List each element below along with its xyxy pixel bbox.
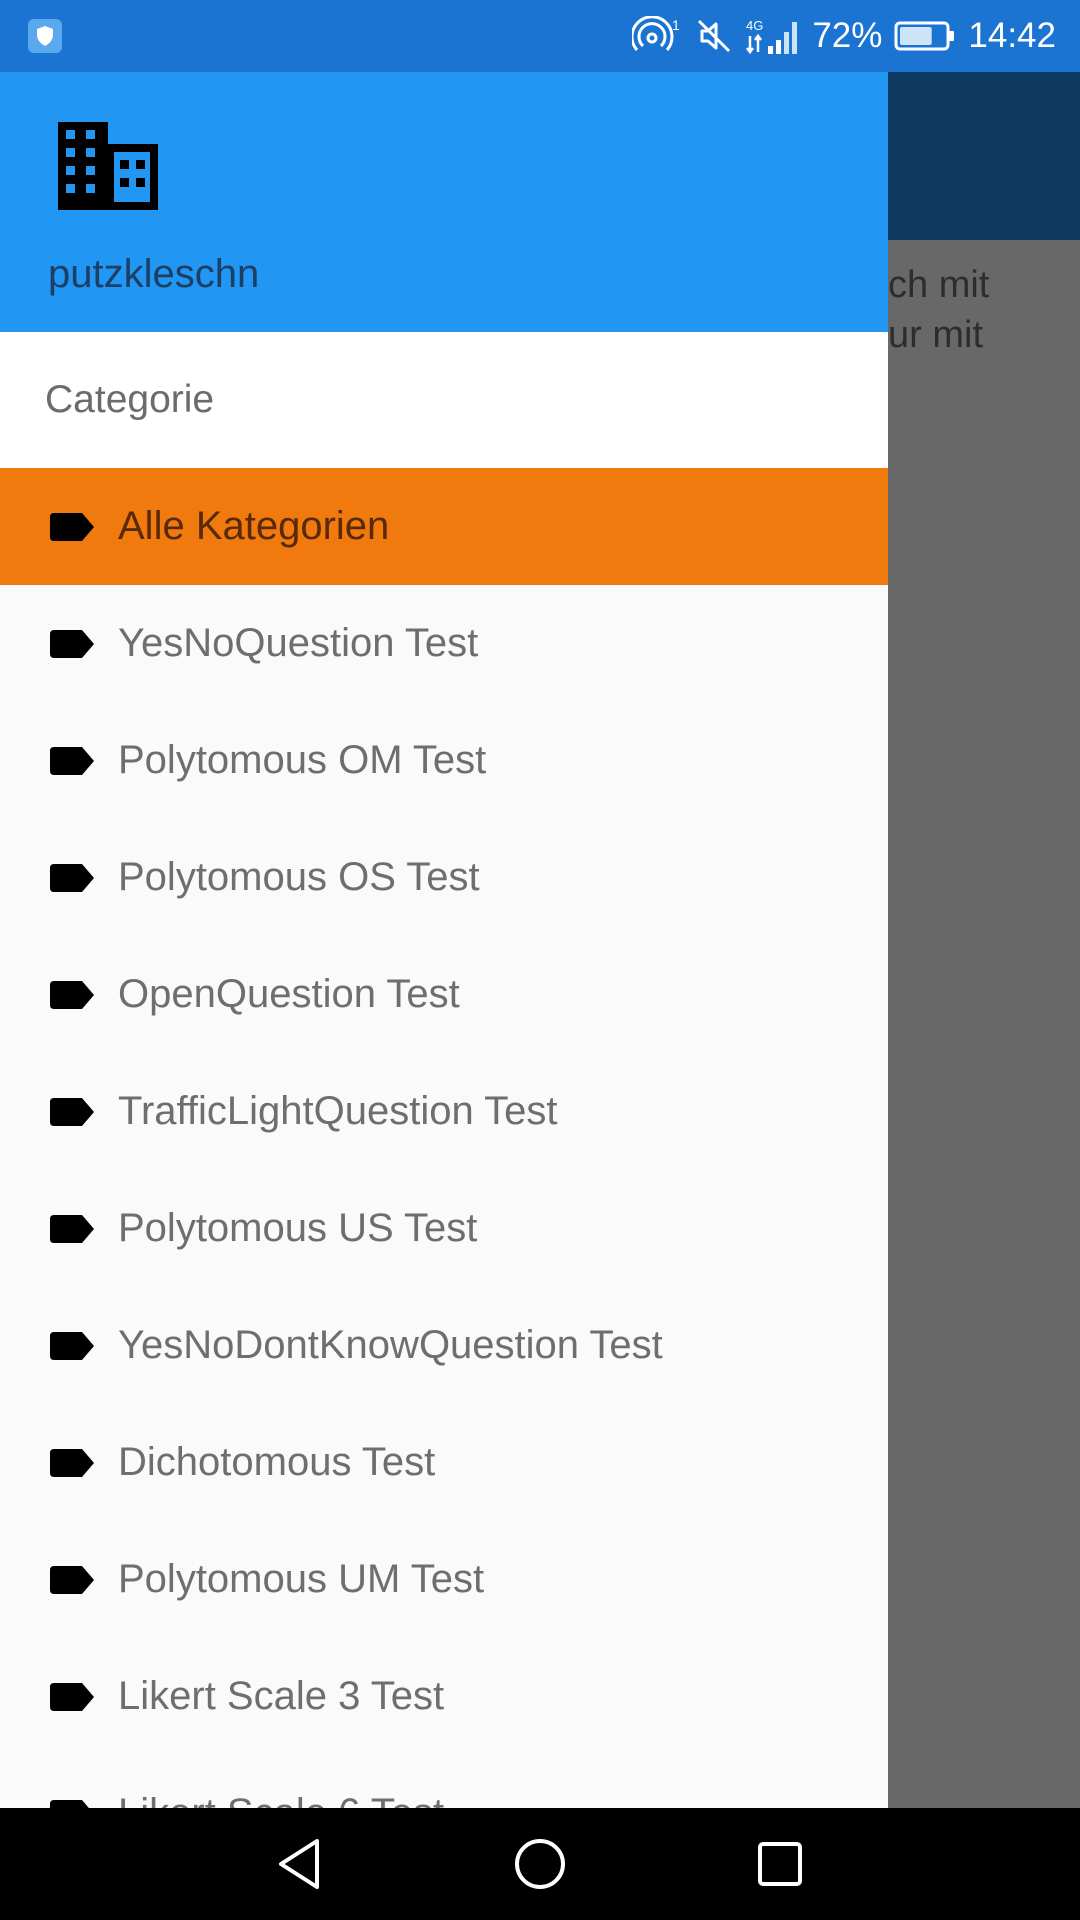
background-text-line: ch mit: [888, 264, 990, 306]
background-text-line: ur mit: [888, 314, 983, 356]
clock: 14:42: [968, 16, 1056, 55]
account-name: putzkleschn: [48, 252, 260, 296]
label-tag-icon: [50, 1448, 94, 1477]
category-label: Polytomous OM Test: [118, 738, 487, 782]
home-icon[interactable]: [495, 1819, 585, 1909]
label-tag-icon: [50, 1799, 90, 1808]
category-label: Polytomous UM Test: [118, 1557, 485, 1601]
label-tag-icon: [50, 1214, 94, 1243]
category-label: OpenQuestion Test: [118, 972, 460, 1016]
status-left: [28, 19, 62, 53]
category-item[interactable]: Dichotomous Test: [0, 1404, 888, 1521]
back-icon[interactable]: [255, 1819, 345, 1909]
shield-icon: [28, 19, 62, 53]
category-label: TrafficLightQuestion Test: [118, 1089, 558, 1133]
label-tag-icon: [50, 512, 94, 541]
label-tag-icon: [50, 1565, 94, 1594]
background-app-toolbar: [888, 72, 1080, 240]
label-tag-icon: [50, 629, 94, 658]
category-item[interactable]: YesNoDontKnowQuestion Test: [0, 1287, 888, 1404]
battery-percent: 72%: [812, 16, 883, 55]
status-bar: 1 4G 72% 14:42: [0, 0, 1080, 72]
category-item[interactable]: Likert Scale 3 Test: [0, 1638, 888, 1755]
category-item[interactable]: Polytomous US Test: [0, 1170, 888, 1287]
screen: 1 4G 72% 14:42 ch mit ur mit putzkleschn…: [0, 0, 1080, 1920]
category-label: Alle Kategorien: [118, 504, 390, 548]
building-icon: [56, 120, 160, 217]
section-title: Categorie: [0, 332, 888, 468]
category-item[interactable]: TrafficLightQuestion Test: [0, 1053, 888, 1170]
background-text: ch mit ur mit: [888, 260, 1080, 360]
category-label: YesNoDontKnowQuestion Test: [118, 1323, 663, 1367]
category-item[interactable]: OpenQuestion Test: [0, 936, 888, 1053]
category-item-active[interactable]: Alle Kategorien: [0, 468, 888, 585]
category-item[interactable]: Likert Scale 6 Test: [0, 1755, 888, 1808]
category-label: Polytomous US Test: [118, 1206, 478, 1250]
drawer-scrim[interactable]: ch mit ur mit: [888, 240, 1080, 1808]
status-right: 1 4G 72% 14:42: [632, 16, 1056, 56]
category-item[interactable]: Polytomous OS Test: [0, 819, 888, 936]
hotspot-icon: 1: [632, 16, 684, 56]
svg-text:4G: 4G: [746, 18, 763, 33]
label-tag-icon: [50, 1682, 94, 1711]
system-navigation-bar: [0, 1808, 1080, 1920]
category-label: Likert Scale 3 Test: [118, 1674, 445, 1718]
category-item[interactable]: YesNoQuestion Test: [0, 585, 888, 702]
category-label: YesNoQuestion Test: [118, 621, 479, 665]
signal-icon: 4G: [744, 16, 800, 56]
drawer-header: putzkleschn: [0, 72, 888, 332]
label-tag-icon: [50, 746, 94, 775]
category-item[interactable]: Polytomous UM Test: [0, 1521, 888, 1638]
recents-icon[interactable]: [735, 1819, 825, 1909]
category-label: Likert Scale 6 Test: [118, 1791, 444, 1808]
label-tag-icon: [50, 1097, 94, 1126]
category-list: Alle Kategorien YesNoQuestion Test Polytom…: [0, 468, 888, 1808]
category-item[interactable]: Polytomous OM Test: [0, 702, 888, 819]
label-tag-icon: [50, 863, 94, 892]
label-tag-icon: [50, 1331, 94, 1360]
svg-text:1: 1: [672, 17, 680, 33]
category-label: Dichotomous Test: [118, 1440, 436, 1484]
navigation-drawer: putzkleschn Categorie Alle Kategorien Yes…: [0, 72, 888, 1808]
battery-icon: [894, 20, 956, 52]
mute-icon: [696, 17, 732, 55]
label-tag-icon: [50, 980, 94, 1009]
category-label: Polytomous OS Test: [118, 855, 480, 899]
